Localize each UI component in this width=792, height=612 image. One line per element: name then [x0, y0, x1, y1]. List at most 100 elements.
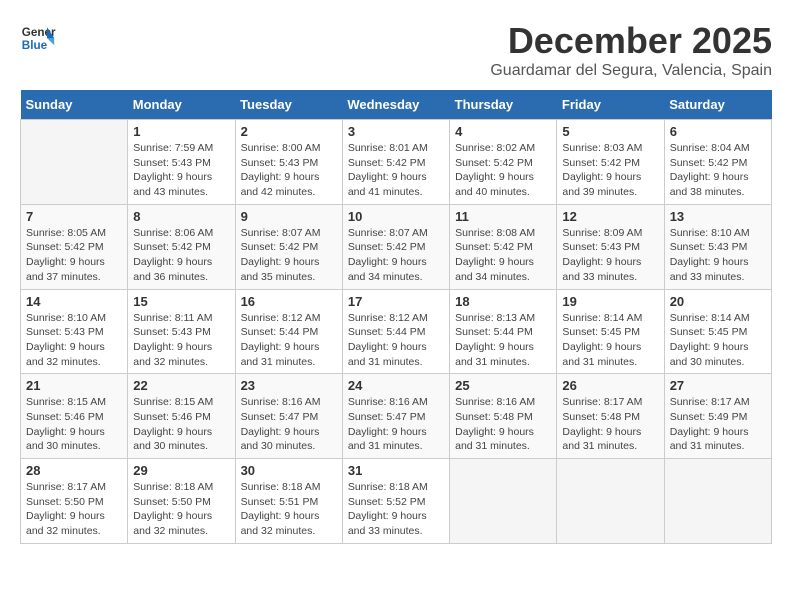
day-number: 11 [455, 209, 551, 224]
day-number: 24 [348, 378, 444, 393]
weekday-header-tuesday: Tuesday [235, 90, 342, 120]
calendar-cell [21, 120, 128, 205]
calendar-cell: 16 Sunrise: 8:12 AMSunset: 5:44 PMDayligh… [235, 289, 342, 374]
weekday-header-row: SundayMondayTuesdayWednesdayThursdayFrid… [21, 90, 772, 120]
calendar-cell: 25 Sunrise: 8:16 AMSunset: 5:48 PMDayligh… [450, 374, 557, 459]
calendar-cell: 7 Sunrise: 8:05 AMSunset: 5:42 PMDaylight… [21, 204, 128, 289]
weekday-header-sunday: Sunday [21, 90, 128, 120]
day-number: 19 [562, 294, 658, 309]
day-info: Sunrise: 8:18 AMSunset: 5:52 PMDaylight:… [348, 480, 444, 539]
day-info: Sunrise: 8:12 AMSunset: 5:44 PMDaylight:… [241, 311, 337, 370]
day-number: 9 [241, 209, 337, 224]
day-number: 30 [241, 463, 337, 478]
day-number: 17 [348, 294, 444, 309]
day-info: Sunrise: 8:15 AMSunset: 5:46 PMDaylight:… [26, 395, 122, 454]
calendar-cell: 13 Sunrise: 8:10 AMSunset: 5:43 PMDayligh… [664, 204, 771, 289]
calendar-cell: 6 Sunrise: 8:04 AMSunset: 5:42 PMDaylight… [664, 120, 771, 205]
day-info: Sunrise: 8:18 AMSunset: 5:51 PMDaylight:… [241, 480, 337, 539]
svg-text:Blue: Blue [22, 39, 48, 52]
logo: General Blue [20, 20, 56, 56]
day-number: 23 [241, 378, 337, 393]
day-number: 8 [133, 209, 229, 224]
day-info: Sunrise: 8:13 AMSunset: 5:44 PMDaylight:… [455, 311, 551, 370]
calendar-cell: 20 Sunrise: 8:14 AMSunset: 5:45 PMDayligh… [664, 289, 771, 374]
day-info: Sunrise: 8:07 AMSunset: 5:42 PMDaylight:… [241, 226, 337, 285]
calendar-cell: 29Sunrise: 8:18 AMSunset: 5:50 PMDayligh… [128, 459, 235, 544]
day-number: 4 [455, 124, 551, 139]
calendar-cell [557, 459, 664, 544]
header: General Blue December 2025 Guardamar del… [20, 20, 772, 80]
day-info: Sunrise: 8:17 AMSunset: 5:50 PMDaylight:… [26, 480, 122, 539]
weekday-header-thursday: Thursday [450, 90, 557, 120]
calendar-cell: 11 Sunrise: 8:08 AMSunset: 5:42 PMDayligh… [450, 204, 557, 289]
day-number: 29 [133, 463, 229, 478]
calendar-cell: 28 Sunrise: 8:17 AMSunset: 5:50 PMDayligh… [21, 459, 128, 544]
day-number: 25 [455, 378, 551, 393]
calendar-cell: 26 Sunrise: 8:17 AMSunset: 5:48 PMDayligh… [557, 374, 664, 459]
day-number: 6 [670, 124, 766, 139]
day-info: Sunrise: 8:17 AMSunset: 5:49 PMDaylight:… [670, 395, 766, 454]
day-info: Sunrise: 8:12 AMSunset: 5:44 PMDaylight:… [348, 311, 444, 370]
day-number: 1 [133, 124, 229, 139]
calendar-table: SundayMondayTuesdayWednesdayThursdayFrid… [20, 90, 772, 544]
day-info: Sunrise: 8:02 AMSunset: 5:42 PMDaylight:… [455, 141, 551, 200]
calendar-cell: 23Sunrise: 8:16 AMSunset: 5:47 PMDayligh… [235, 374, 342, 459]
day-info: Sunrise: 8:01 AMSunset: 5:42 PMDaylight:… [348, 141, 444, 200]
calendar-cell: 22 Sunrise: 8:15 AMSunset: 5:46 PMDayligh… [128, 374, 235, 459]
calendar-cell: 17 Sunrise: 8:12 AMSunset: 5:44 PMDayligh… [342, 289, 449, 374]
day-number: 27 [670, 378, 766, 393]
calendar-cell: 10Sunrise: 8:07 AMSunset: 5:42 PMDayligh… [342, 204, 449, 289]
calendar-cell: 30 Sunrise: 8:18 AMSunset: 5:51 PMDayligh… [235, 459, 342, 544]
week-row-1: 1 Sunrise: 7:59 AMSunset: 5:43 PMDaylight… [21, 120, 772, 205]
calendar-cell: 8Sunrise: 8:06 AMSunset: 5:42 PMDaylight… [128, 204, 235, 289]
day-info: Sunrise: 8:10 AMSunset: 5:43 PMDaylight:… [26, 311, 122, 370]
weekday-header-saturday: Saturday [664, 90, 771, 120]
day-number: 18 [455, 294, 551, 309]
day-info: Sunrise: 8:08 AMSunset: 5:42 PMDaylight:… [455, 226, 551, 285]
day-info: Sunrise: 8:05 AMSunset: 5:42 PMDaylight:… [26, 226, 122, 285]
day-info: Sunrise: 8:14 AMSunset: 5:45 PMDaylight:… [562, 311, 658, 370]
calendar-cell: 18 Sunrise: 8:13 AMSunset: 5:44 PMDayligh… [450, 289, 557, 374]
location-title: Guardamar del Segura, Valencia, Spain [490, 62, 772, 80]
day-number: 16 [241, 294, 337, 309]
week-row-5: 28 Sunrise: 8:17 AMSunset: 5:50 PMDayligh… [21, 459, 772, 544]
day-info: Sunrise: 8:17 AMSunset: 5:48 PMDaylight:… [562, 395, 658, 454]
day-number: 14 [26, 294, 122, 309]
day-info: Sunrise: 8:11 AMSunset: 5:43 PMDaylight:… [133, 311, 229, 370]
day-number: 22 [133, 378, 229, 393]
day-info: Sunrise: 8:09 AMSunset: 5:43 PMDaylight:… [562, 226, 658, 285]
day-number: 15 [133, 294, 229, 309]
day-info: Sunrise: 8:15 AMSunset: 5:46 PMDaylight:… [133, 395, 229, 454]
week-row-2: 7 Sunrise: 8:05 AMSunset: 5:42 PMDaylight… [21, 204, 772, 289]
day-number: 28 [26, 463, 122, 478]
day-info: Sunrise: 8:04 AMSunset: 5:42 PMDaylight:… [670, 141, 766, 200]
day-number: 3 [348, 124, 444, 139]
day-number: 12 [562, 209, 658, 224]
day-number: 7 [26, 209, 122, 224]
calendar-cell: 19 Sunrise: 8:14 AMSunset: 5:45 PMDayligh… [557, 289, 664, 374]
calendar-cell: 31 Sunrise: 8:18 AMSunset: 5:52 PMDayligh… [342, 459, 449, 544]
day-info: Sunrise: 7:59 AMSunset: 5:43 PMDaylight:… [133, 141, 229, 200]
day-info: Sunrise: 8:00 AMSunset: 5:43 PMDaylight:… [241, 141, 337, 200]
day-number: 20 [670, 294, 766, 309]
day-number: 21 [26, 378, 122, 393]
day-info: Sunrise: 8:10 AMSunset: 5:43 PMDaylight:… [670, 226, 766, 285]
weekday-header-monday: Monday [128, 90, 235, 120]
calendar-cell [450, 459, 557, 544]
day-info: Sunrise: 8:16 AMSunset: 5:48 PMDaylight:… [455, 395, 551, 454]
day-number: 26 [562, 378, 658, 393]
day-number: 2 [241, 124, 337, 139]
day-number: 13 [670, 209, 766, 224]
day-number: 10 [348, 209, 444, 224]
week-row-3: 14 Sunrise: 8:10 AMSunset: 5:43 PMDayligh… [21, 289, 772, 374]
calendar-cell: 24Sunrise: 8:16 AMSunset: 5:47 PMDayligh… [342, 374, 449, 459]
weekday-header-wednesday: Wednesday [342, 90, 449, 120]
day-info: Sunrise: 8:14 AMSunset: 5:45 PMDaylight:… [670, 311, 766, 370]
day-number: 5 [562, 124, 658, 139]
title-area: December 2025 Guardamar del Segura, Vale… [490, 20, 772, 80]
calendar-cell: 9 Sunrise: 8:07 AMSunset: 5:42 PMDaylight… [235, 204, 342, 289]
calendar-cell: 1 Sunrise: 7:59 AMSunset: 5:43 PMDaylight… [128, 120, 235, 205]
week-row-4: 21 Sunrise: 8:15 AMSunset: 5:46 PMDayligh… [21, 374, 772, 459]
day-number: 31 [348, 463, 444, 478]
calendar-cell: 3 Sunrise: 8:01 AMSunset: 5:42 PMDaylight… [342, 120, 449, 205]
